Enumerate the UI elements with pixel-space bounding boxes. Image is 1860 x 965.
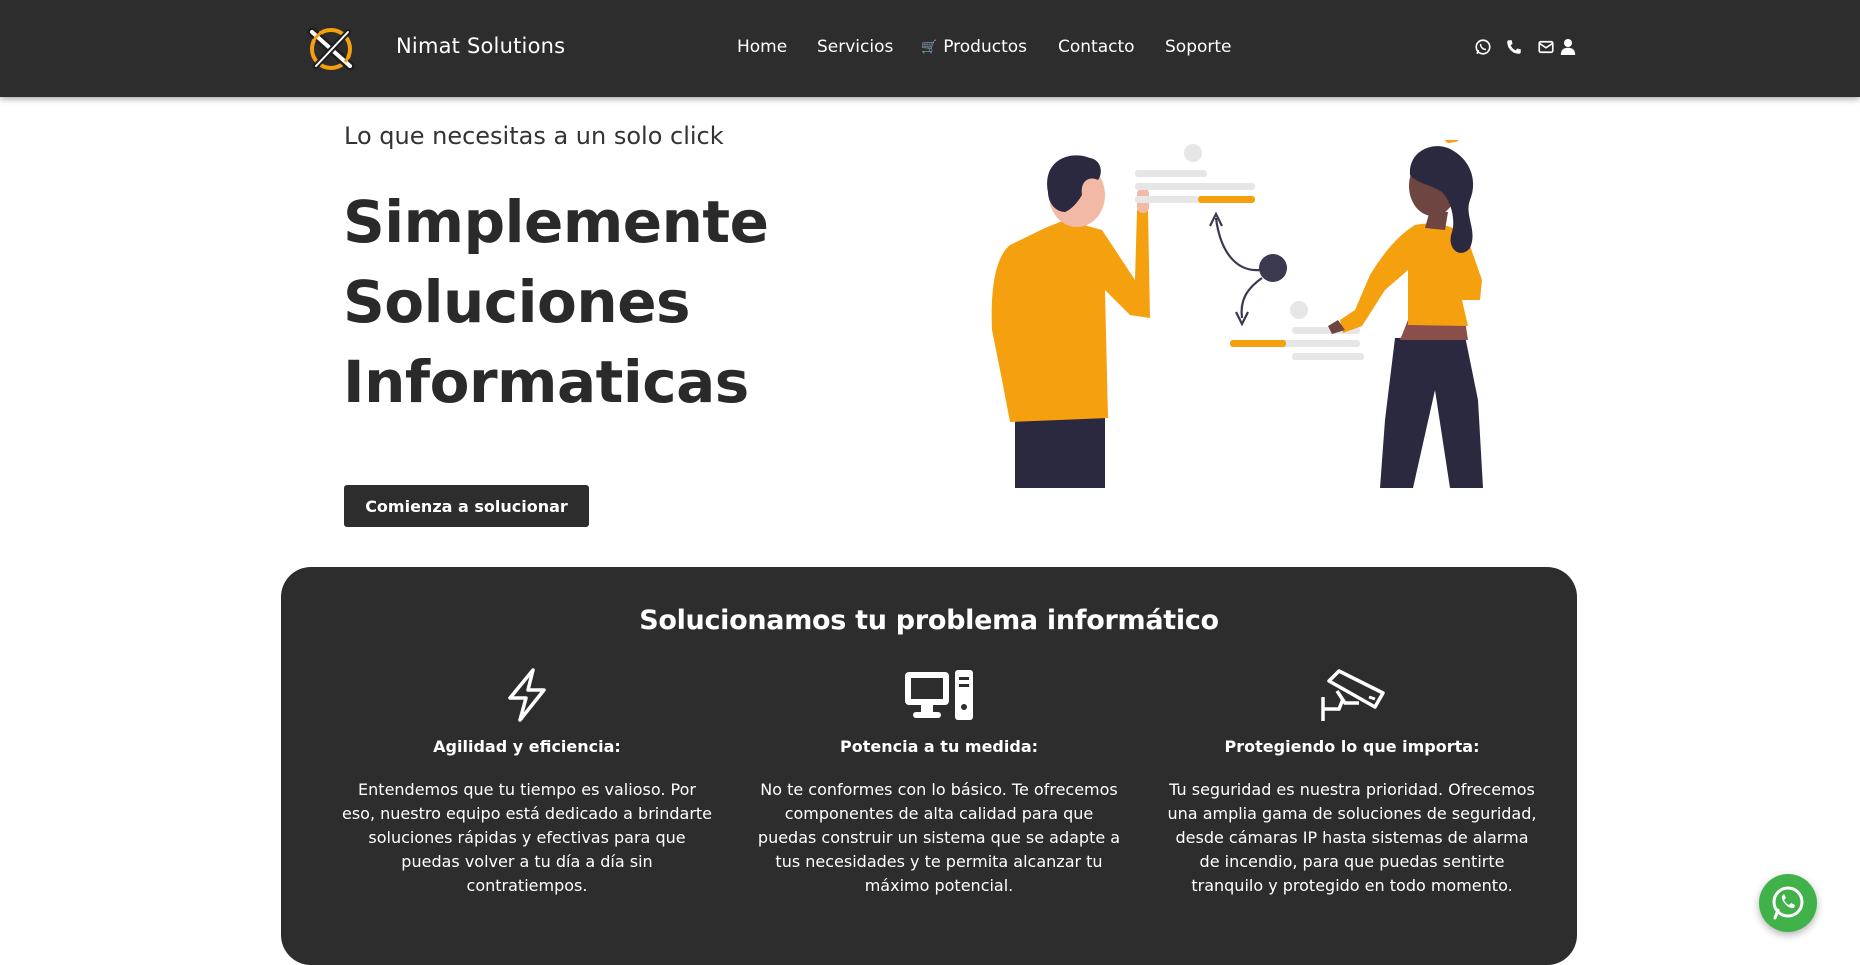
desktop-computer-icon xyxy=(905,670,973,720)
feature-card: Potencia a tu medida: No te conformes co… xyxy=(749,667,1129,898)
hero-tagline: Lo que necesitas a un solo click xyxy=(344,122,724,150)
mail-icon[interactable] xyxy=(1537,38,1557,58)
feature-title: Potencia a tu medida: xyxy=(839,737,1039,756)
main-nav: Home Servicios 🛒 Productos Contacto Sopor… xyxy=(0,37,1860,61)
whatsapp-icon[interactable] xyxy=(1474,38,1494,58)
nav-item-label: Productos xyxy=(943,37,1027,57)
nav-item-label: Soporte xyxy=(1165,37,1232,57)
hero-title-line: Informaticas xyxy=(343,348,749,416)
feature-card: Agilidad y eficiencia: Entendemos que tu… xyxy=(337,667,717,898)
site-header: Nimat Solutions Home Servicios 🛒 Producto… xyxy=(0,0,1860,97)
hero-title-line: Soluciones xyxy=(343,268,691,336)
man-figure xyxy=(991,155,1150,488)
nav-item-label: Servicios xyxy=(817,37,894,57)
whatsapp-icon xyxy=(1772,886,1804,920)
whatsapp-floating-button[interactable] xyxy=(1759,874,1817,932)
feature-title: Agilidad y eficiencia: xyxy=(433,737,621,756)
start-solving-button[interactable]: Comienza a solucionar xyxy=(344,485,589,527)
feature-description: No te conformes con lo básico. Te ofrece… xyxy=(757,780,1121,895)
nav-item-productos[interactable]: 🛒 Productos xyxy=(921,37,1027,57)
woman-figure xyxy=(1328,140,1483,488)
nav-item-servicios[interactable]: Servicios xyxy=(817,37,893,57)
cart-icon: 🛒 xyxy=(921,40,938,55)
lightning-icon xyxy=(508,668,546,722)
feature-description: Entendemos que tu tiempo es valioso. Por… xyxy=(341,780,713,895)
page: Nimat Solutions Home Servicios 🛒 Producto… xyxy=(0,0,1860,965)
feature-description: Tu seguridad es nuestra prioridad. Ofrec… xyxy=(1167,780,1537,895)
nav-item-label: Contacto xyxy=(1058,37,1135,57)
phone-icon[interactable] xyxy=(1505,38,1525,58)
nav-item-contacto[interactable]: Contacto xyxy=(1058,37,1135,57)
hero-title-line: Simplemente xyxy=(343,188,769,256)
hero-title: Simplemente Soluciones Informaticas xyxy=(343,182,843,422)
features-title: Solucionamos tu problema informático xyxy=(639,605,1219,636)
user-icon[interactable] xyxy=(1560,38,1580,58)
feature-title: Protegiendo lo que importa: xyxy=(1224,737,1480,756)
hero-illustration xyxy=(991,140,1483,488)
nav-item-home[interactable]: Home xyxy=(737,37,787,57)
features-panel: Solucionamos tu problema informático Agi… xyxy=(281,567,1577,965)
nav-item-soporte[interactable]: Soporte xyxy=(1165,37,1232,57)
feature-card: Protegiendo lo que importa: Tu seguridad… xyxy=(1162,667,1542,898)
nav-item-label: Home xyxy=(737,37,788,57)
security-camera-icon xyxy=(1321,669,1385,721)
